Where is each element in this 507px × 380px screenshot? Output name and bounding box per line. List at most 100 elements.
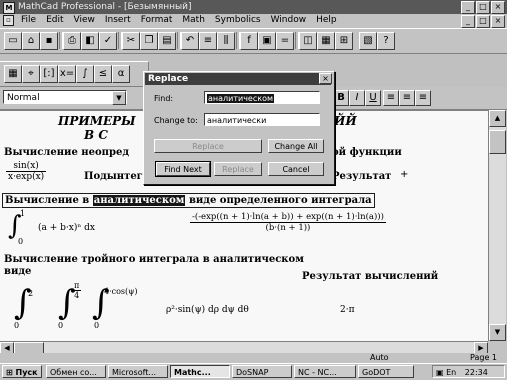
result-denominator: (b·(n + 1)): [265, 223, 311, 233]
align-center-icon[interactable]: ≡: [399, 90, 415, 106]
insert-unit-icon[interactable]: ▣: [258, 32, 276, 50]
calculate-icon[interactable]: =: [276, 32, 294, 50]
integrand-fraction[interactable]: sin(x) x·exp(x): [6, 161, 47, 182]
taskbar: ⊞ Пуск Обмен со... Microsoft... Mathc...…: [0, 363, 507, 380]
boolean-palette-icon[interactable]: ≤: [94, 65, 112, 83]
vertical-scrollbar[interactable]: ▲ ▼: [488, 110, 506, 341]
menu-insert[interactable]: Insert: [100, 14, 136, 27]
integral-result[interactable]: -(-exp((n + 1)·ln(a + b)) + exp((n + 1)·…: [190, 212, 386, 233]
save-icon[interactable]: ▪: [40, 32, 58, 50]
task-norton-commander[interactable]: NC - NC...: [294, 365, 356, 378]
task-dosnap[interactable]: DoSNAP: [232, 365, 292, 378]
result-numerator: -(-exp((n + 1)·ln(a + b)) + exp((n + 1)·…: [190, 212, 386, 223]
triple-integral-body: ρ²·sin(ψ) dρ dψ dθ: [166, 305, 249, 315]
paste-icon[interactable]: ▤: [158, 32, 176, 50]
minimize-button[interactable]: _: [461, 1, 475, 14]
align-right-icon[interactable]: ≡: [415, 90, 431, 106]
integral-lower-limit: 0: [14, 321, 20, 330]
scroll-thumb[interactable]: [489, 130, 506, 154]
task-exchange[interactable]: Обмен со...: [46, 365, 106, 378]
chevron-down-icon[interactable]: ▼: [112, 91, 126, 105]
new-document-icon[interactable]: ▭: [4, 32, 22, 50]
cut-icon[interactable]: ✂: [122, 32, 140, 50]
vector-palette-icon[interactable]: [:]: [40, 65, 58, 83]
zoom-icon[interactable]: ⊞: [335, 32, 353, 50]
replace-button[interactable]: Replace: [154, 139, 262, 153]
resource-center-icon[interactable]: ◫: [299, 32, 317, 50]
maximize-button[interactable]: □: [476, 1, 490, 14]
integral-lower-limit: 0: [94, 321, 100, 330]
fraction-numerator: sin(x): [6, 161, 47, 172]
task-microsoft[interactable]: Microsoft...: [108, 365, 168, 378]
style-select-value: Normal: [7, 93, 40, 103]
crosshair-cursor: +: [400, 169, 409, 180]
scroll-down-icon[interactable]: ▼: [489, 324, 506, 341]
text-line-5-right: Результат вычислений: [302, 271, 439, 282]
align-vertical-icon[interactable]: ⫼: [217, 32, 235, 50]
scroll-up-icon[interactable]: ▲: [489, 110, 506, 127]
find-next-button[interactable]: Find Next: [155, 161, 211, 177]
doc-restore-button[interactable]: □: [476, 15, 490, 28]
menu-help[interactable]: Help: [311, 14, 342, 27]
found-word-highlight: аналитическом: [92, 195, 186, 206]
underline-button[interactable]: U: [365, 90, 381, 106]
align-left-icon[interactable]: ≡: [383, 90, 399, 106]
task-mathcad[interactable]: Mathc...: [170, 365, 230, 378]
menu-view[interactable]: View: [69, 14, 100, 27]
integral-upper-limit: 1: [20, 209, 26, 218]
task-godot[interactable]: GoDOT: [358, 365, 414, 378]
calculator-palette-icon[interactable]: ▦: [4, 65, 22, 83]
triple-integral[interactable]: ∫ 2 0 ∫ π 4 0 ∫ 4·cos(ψ) 0 ρ²·sin(ψ) dρ …: [4, 281, 304, 331]
integral-body: (a + b·x)ⁿ dx: [38, 223, 95, 233]
calculus-palette-icon[interactable]: ∫: [76, 65, 94, 83]
menu-window[interactable]: Window: [266, 14, 312, 27]
pi-symbol: π: [72, 281, 82, 291]
integral-lower-limit: 0: [18, 237, 24, 246]
change-all-button[interactable]: Change All: [268, 139, 324, 153]
triple-integral-result[interactable]: 2·π: [340, 305, 355, 315]
text-region-selected[interactable]: Вычисление в аналитическом виде определе…: [2, 193, 375, 208]
menu-edit[interactable]: Edit: [41, 14, 68, 27]
document-icon[interactable]: ▫: [3, 15, 14, 26]
keyboard-layout-icon[interactable]: En: [446, 368, 456, 377]
programming-palette-icon[interactable]: α: [112, 65, 130, 83]
help-icon[interactable]: ?: [377, 32, 395, 50]
doc-minimize-button[interactable]: _: [461, 15, 475, 28]
doc-close-button[interactable]: ×: [491, 15, 505, 28]
style-select[interactable]: Normal ▼: [3, 90, 127, 105]
align-horizontal-icon[interactable]: ≡: [199, 32, 217, 50]
tray-icon[interactable]: ▣: [436, 368, 444, 377]
find-input[interactable]: аналитическом: [204, 91, 320, 104]
menu-bar: ▫ File Edit View Insert Format Math Symb…: [0, 14, 507, 27]
close-button[interactable]: ×: [491, 1, 505, 14]
dialog-close-icon[interactable]: ×: [319, 73, 332, 84]
evaluation-palette-icon[interactable]: x=: [58, 65, 76, 83]
menu-file[interactable]: File: [16, 14, 41, 27]
definite-integral[interactable]: ∫ 1 0 (a + b·x)ⁿ dx: [8, 209, 178, 247]
menu-math[interactable]: Math: [177, 14, 210, 27]
insert-function-icon[interactable]: f: [240, 32, 258, 50]
italic-button[interactable]: I: [349, 90, 365, 106]
replace-once-button[interactable]: Replace: [214, 162, 262, 176]
menu-format[interactable]: Format: [136, 14, 178, 27]
find-input-value: аналитическом: [207, 94, 275, 103]
component-icon[interactable]: ▧: [359, 32, 377, 50]
print-icon[interactable]: ⎙: [63, 32, 81, 50]
clock: 22:34: [464, 368, 488, 377]
copy-icon[interactable]: ❐: [140, 32, 158, 50]
graph-palette-icon[interactable]: ⌖: [22, 65, 40, 83]
print-preview-icon[interactable]: ◧: [81, 32, 99, 50]
spell-check-icon[interactable]: ✓: [99, 32, 117, 50]
change-to-input[interactable]: аналитически: [204, 113, 320, 126]
integral-upper-limit: 2: [28, 289, 34, 298]
text-line-1: Вычисление неопред: [4, 147, 129, 158]
system-tray: ▣ En 22:34: [432, 365, 505, 378]
cancel-button[interactable]: Cancel: [268, 162, 324, 176]
start-button[interactable]: ⊞ Пуск: [2, 365, 42, 378]
undo-icon[interactable]: ↶: [181, 32, 199, 50]
text-line-3-post: виде определенного интеграла: [188, 195, 372, 206]
bold-button[interactable]: B: [333, 90, 349, 106]
electronic-book-icon[interactable]: ▦: [317, 32, 335, 50]
menu-symbolics[interactable]: Symbolics: [210, 14, 266, 27]
open-folder-icon[interactable]: ⌂: [22, 32, 40, 50]
